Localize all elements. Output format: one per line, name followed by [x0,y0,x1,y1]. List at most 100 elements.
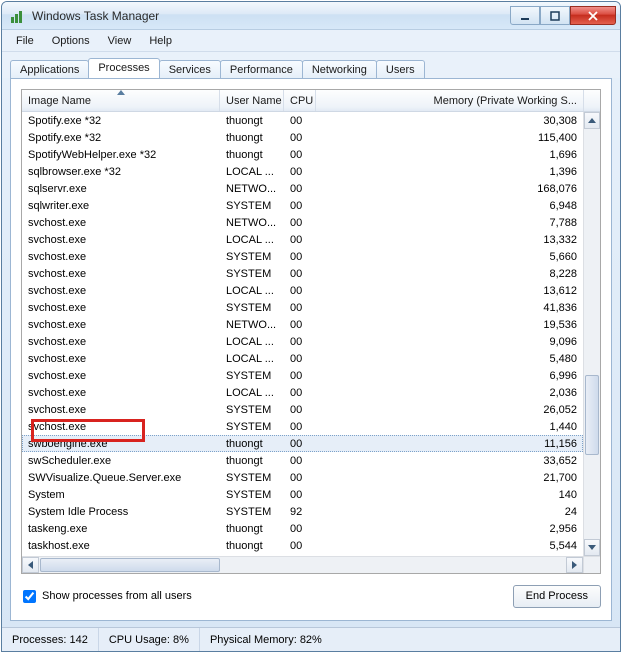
cell-memory: 5,480 [316,353,583,365]
cell-memory: 168,076 [316,183,583,195]
cell-cpu: 92 [284,506,316,518]
tab-applications[interactable]: Applications [10,60,89,79]
cell-user-name: thuongt [220,523,284,535]
cell-user-name: LOCAL ... [220,285,284,297]
table-row[interactable]: Spotify.exe *32thuongt00115,400 [22,129,583,146]
cell-user-name: SYSTEM [220,268,284,280]
show-all-users-checkbox[interactable]: Show processes from all users [21,590,192,603]
scroll-left-icon[interactable] [22,557,39,573]
col-cpu[interactable]: CPU [284,90,316,111]
table-row[interactable]: swboengine.exethuongt0011,156 [22,435,583,452]
vertical-scrollbar[interactable] [583,112,600,556]
tab-services[interactable]: Services [159,60,221,79]
cell-image-name: Spotify.exe *32 [22,132,220,144]
cell-cpu: 00 [284,489,316,501]
cell-user-name: SYSTEM [220,489,284,501]
cell-image-name: SpotifyWebHelper.exe *32 [22,149,220,161]
table-row[interactable]: svchost.exeLOCAL ...009,096 [22,333,583,350]
cell-user-name: LOCAL ... [220,336,284,348]
table-row[interactable]: SpotifyWebHelper.exe *32thuongt001,696 [22,146,583,163]
table-row[interactable]: taskhost.exethuongt005,544 [22,537,583,554]
table-row[interactable]: svchost.exeSYSTEM005,660 [22,248,583,265]
status-cpu-value: 8% [173,634,189,646]
cell-user-name: SYSTEM [220,200,284,212]
cell-image-name: svchost.exe [22,370,220,382]
cell-user-name: SYSTEM [220,251,284,263]
cell-image-name: taskhost.exe [22,540,220,552]
table-row[interactable]: SystemSYSTEM00140 [22,486,583,503]
col-user-name[interactable]: User Name [220,90,284,111]
cell-image-name: Spotify.exe *32 [22,115,220,127]
table-row[interactable]: svchost.exeSYSTEM001,440 [22,418,583,435]
cell-memory: 6,948 [316,200,583,212]
tab-performance[interactable]: Performance [220,60,303,79]
cell-image-name: svchost.exe [22,353,220,365]
table-row[interactable]: svchost.exeLOCAL ...0013,332 [22,231,583,248]
cell-image-name: sqlbrowser.exe *32 [22,166,220,178]
end-process-button[interactable]: End Process [513,585,601,608]
status-processes-value: 142 [69,634,87,646]
table-row[interactable]: svchost.exeSYSTEM006,996 [22,367,583,384]
col-image-name[interactable]: Image Name [22,90,220,111]
cell-cpu: 00 [284,132,316,144]
statusbar: Processes: 142 CPU Usage: 8% Physical Me… [2,627,620,651]
horizontal-scrollbar[interactable] [22,556,583,573]
table-row[interactable]: sqlbrowser.exe *32LOCAL ...001,396 [22,163,583,180]
table-row[interactable]: swScheduler.exethuongt0033,652 [22,452,583,469]
close-button[interactable] [570,6,616,25]
cell-cpu: 00 [284,251,316,263]
cell-user-name: thuongt [220,132,284,144]
titlebar[interactable]: Windows Task Manager [2,2,620,30]
scroll-down-icon[interactable] [584,539,600,556]
cell-memory: 140 [316,489,583,501]
scroll-corner [583,556,600,573]
cell-cpu: 00 [284,149,316,161]
cell-cpu: 00 [284,540,316,552]
maximize-button[interactable] [540,6,570,25]
table-row[interactable]: svchost.exeSYSTEM0026,052 [22,401,583,418]
menu-file[interactable]: File [8,33,42,49]
tab-networking[interactable]: Networking [302,60,377,79]
table-row[interactable]: svchost.exeLOCAL ...0013,612 [22,282,583,299]
menu-help[interactable]: Help [141,33,180,49]
tab-processes[interactable]: Processes [88,58,159,78]
table-row[interactable]: svchost.exeNETWO...007,788 [22,214,583,231]
cell-memory: 11,156 [316,438,583,450]
status-cpu-label: CPU Usage: [109,634,170,646]
table-row[interactable]: SWVisualize.Queue.Server.exeSYSTEM0021,7… [22,469,583,486]
cell-user-name: thuongt [220,540,284,552]
cell-cpu: 00 [284,472,316,484]
sort-ascending-icon [117,90,125,95]
cell-image-name: svchost.exe [22,268,220,280]
table-row[interactable]: sqlservr.exeNETWO...00168,076 [22,180,583,197]
minimize-button[interactable] [510,6,540,25]
table-row[interactable]: sqlwriter.exeSYSTEM006,948 [22,197,583,214]
menubar: File Options View Help [2,30,620,52]
cell-image-name: svchost.exe [22,217,220,229]
table-row[interactable]: svchost.exeNETWO...0019,536 [22,316,583,333]
cell-cpu: 00 [284,387,316,399]
menu-options[interactable]: Options [44,33,98,49]
table-row[interactable]: System Idle ProcessSYSTEM9224 [22,503,583,520]
cell-memory: 6,996 [316,370,583,382]
hscroll-thumb[interactable] [40,558,220,572]
cell-cpu: 00 [284,370,316,382]
cell-image-name: swScheduler.exe [22,455,220,467]
scroll-up-icon[interactable] [584,112,600,129]
table-row[interactable]: svchost.exeLOCAL ...002,036 [22,384,583,401]
tab-users[interactable]: Users [376,60,425,79]
process-rows: Spotify.exe *32thuongt0030,308Spotify.ex… [22,112,583,556]
cell-memory: 115,400 [316,132,583,144]
scroll-right-icon[interactable] [566,557,583,573]
table-row[interactable]: svchost.exeSYSTEM0041,836 [22,299,583,316]
table-row[interactable]: Spotify.exe *32thuongt0030,308 [22,112,583,129]
table-row[interactable]: svchost.exeSYSTEM008,228 [22,265,583,282]
cell-memory: 2,036 [316,387,583,399]
show-all-users-input[interactable] [23,590,36,603]
scroll-thumb[interactable] [585,375,599,455]
table-row[interactable]: taskeng.exethuongt002,956 [22,520,583,537]
col-memory[interactable]: Memory (Private Working S... [316,90,583,111]
table-row[interactable]: svchost.exeLOCAL ...005,480 [22,350,583,367]
menu-view[interactable]: View [100,33,140,49]
scroll-track[interactable] [584,129,600,539]
